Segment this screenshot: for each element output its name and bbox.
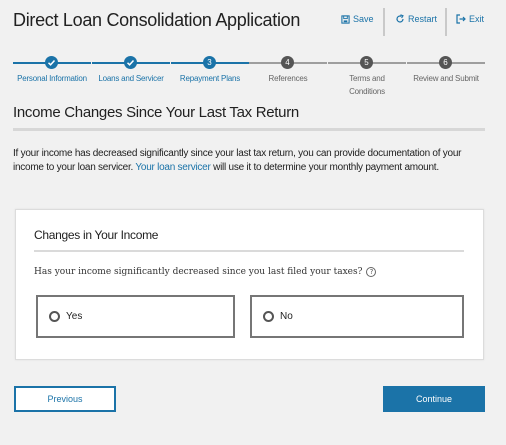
app-header: Direct Loan Consolidation Application Sa…: [13, 8, 493, 38]
intro-text-end: will use it to determine your monthly pa…: [210, 162, 439, 173]
loan-servicer-link[interactable]: Your loan servicer: [135, 162, 210, 173]
restart-label: Restart: [408, 14, 438, 24]
income-changes-card: Changes in Your Income Has your income s…: [15, 209, 484, 360]
card-divider: [34, 250, 464, 252]
previous-button[interactable]: Previous: [14, 386, 116, 412]
help-icon[interactable]: ?: [366, 267, 377, 277]
radio-button[interactable]: [263, 311, 274, 322]
exit-icon: [456, 14, 466, 24]
step-number: 6: [439, 56, 452, 69]
continue-button[interactable]: Continue: [383, 386, 485, 412]
save-label: Save: [353, 14, 374, 24]
header-divider: [383, 8, 385, 36]
step-label: Terms and Conditions: [349, 74, 385, 96]
restart-icon: [396, 14, 404, 23]
section-divider: [13, 128, 485, 131]
step-label: References: [268, 74, 308, 83]
radio-button[interactable]: [49, 311, 60, 322]
intro-text: If your income has decreased significant…: [13, 147, 487, 175]
question-text: Has your income significantly decreased …: [34, 267, 363, 277]
step-number: 3: [203, 56, 216, 69]
progress-stepper: Personal Information Loans and Servicer …: [13, 56, 485, 100]
step-label: Repayment Plans: [179, 74, 241, 83]
step-number: 5: [360, 56, 373, 69]
step-label: Review and Submit: [413, 74, 479, 83]
radio-label-no: No: [280, 311, 293, 322]
header-divider: [445, 8, 447, 36]
app-title: Direct Loan Consolidation Application: [13, 10, 301, 30]
radio-option-no[interactable]: No: [250, 295, 464, 338]
radio-label-yes: Yes: [66, 311, 83, 322]
restart-button[interactable]: Restart: [395, 14, 437, 24]
radio-option-yes[interactable]: Yes: [36, 295, 235, 338]
step-label: Personal Information: [17, 74, 87, 83]
checkmark-icon: [45, 56, 58, 69]
step-label: Loans and Servicer: [98, 74, 164, 83]
exit-button[interactable]: Exit: [456, 14, 484, 24]
card-title: Changes in Your Income: [34, 228, 159, 242]
checkmark-icon: [124, 56, 137, 69]
save-button[interactable]: Save: [341, 14, 374, 24]
exit-label: Exit: [469, 14, 485, 24]
step-number: 4: [281, 56, 294, 69]
section-title: Income Changes Since Your Last Tax Retur…: [13, 104, 299, 121]
income-question: Has your income significantly decreased …: [34, 267, 377, 277]
save-icon: [341, 14, 350, 24]
